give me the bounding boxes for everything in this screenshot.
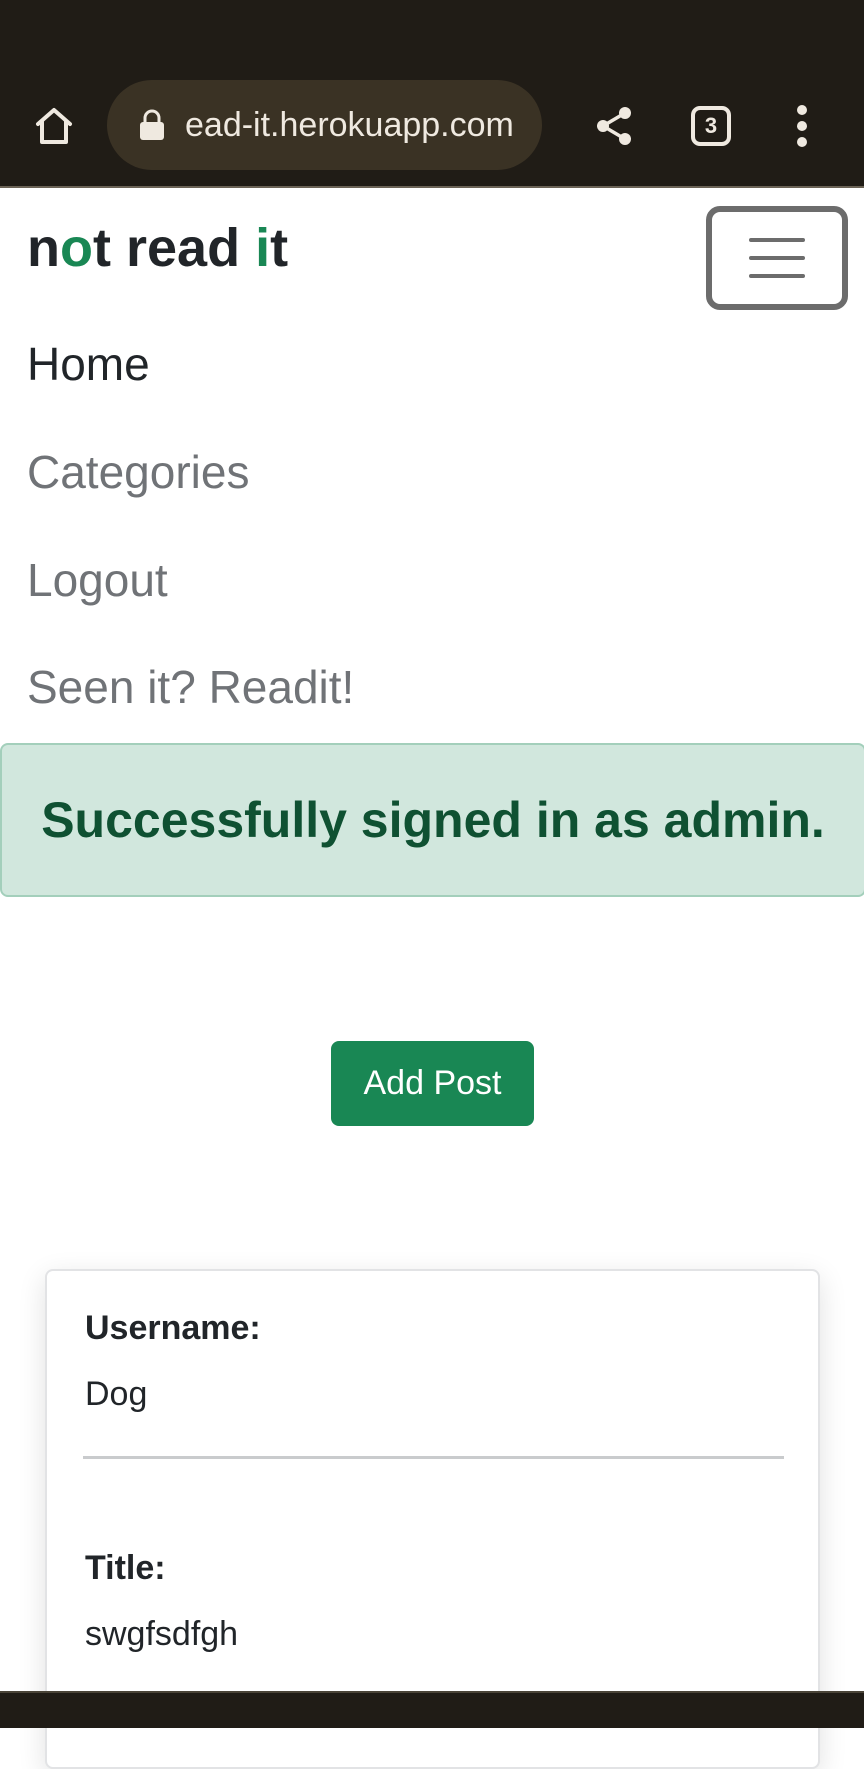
brand-text-3: t read [93,218,256,278]
title-label: Title: [85,1549,166,1587]
hamburger-icon-line [749,274,805,278]
nav-link-categories[interactable]: Categories [27,444,249,500]
home-button[interactable] [28,100,80,152]
share-icon[interactable] [592,104,636,148]
card-divider [83,1456,784,1459]
hamburger-icon-line [749,256,805,260]
hamburger-icon-line [749,238,805,242]
navbar-toggler-button[interactable] [706,206,848,310]
brand-text-1: n [27,218,60,278]
username-value: Dog [85,1375,148,1413]
success-alert: Successfully signed in as admin. [0,743,864,897]
home-icon [36,108,72,144]
brand-text-5: t [270,218,289,278]
brand-text-4: i [255,218,271,278]
url-text: ead-it.herokuapp.com [185,106,514,144]
nav-link-home[interactable]: Home [27,336,150,392]
alert-message: Successfully signed in as admin. [41,792,825,848]
title-value: swgfsdfgh [85,1615,239,1653]
add-post-button[interactable]: Add Post [331,1041,534,1126]
browser-toolbar: ead-it.herokuapp.com 3 [0,0,864,188]
system-navigation-bar [0,1691,864,1728]
brand-text-2: o [60,218,93,278]
address-bar[interactable]: ead-it.herokuapp.com [107,80,542,170]
lock-icon [140,109,164,140]
more-vert-icon[interactable] [790,104,814,148]
tabs-button[interactable]: 3 [691,106,731,146]
nav-link-logout[interactable]: Logout [27,552,168,608]
tab-count: 3 [704,113,718,138]
username-label: Username: [85,1309,261,1347]
site-brand[interactable]: not read it [27,218,288,278]
nav-link-seen-it[interactable]: Seen it? Readit! [27,659,354,715]
